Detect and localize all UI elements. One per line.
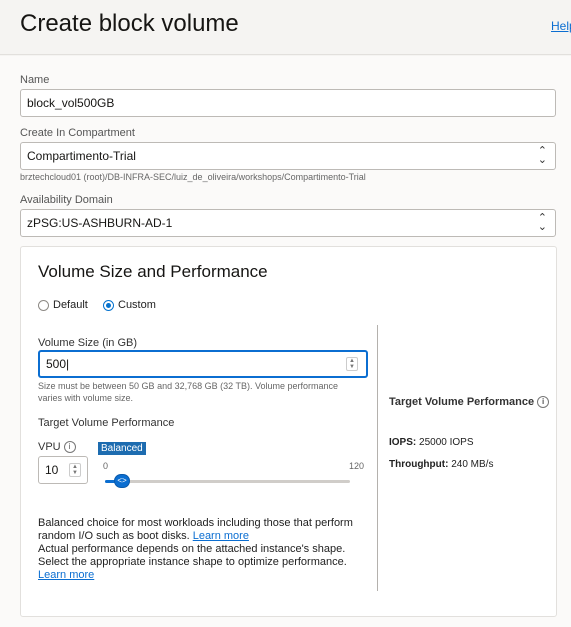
volume-size-panel: Volume Size and Performance Default Cust…: [20, 246, 557, 617]
compartment-select[interactable]: Compartimento-Trial ⌃ ⌄: [20, 142, 556, 170]
size-value: 500: [46, 357, 67, 371]
stepper-icon[interactable]: ▲ ▼: [69, 463, 81, 477]
name-label: Name: [20, 74, 50, 86]
vpu-input[interactable]: 10 ▲ ▼: [38, 456, 88, 484]
name-value: block_vol500GB: [27, 96, 115, 110]
slider-badge: Balanced: [98, 442, 146, 455]
perf-label: Target Volume Performance: [38, 417, 175, 429]
compartment-path: brztechcloud01 (root)/DB-INFRA-SEC/luiz_…: [20, 172, 366, 182]
availability-domain-value: zPSG:US-ASHBURN-AD-1: [27, 216, 173, 230]
info-icon[interactable]: i: [537, 396, 550, 409]
compartment-label: Create In Compartment: [20, 127, 135, 139]
slider-min: 0: [103, 461, 109, 471]
vpu-slider-thumb[interactable]: <>: [114, 474, 130, 488]
learn-more-link-2[interactable]: Learn more: [38, 569, 94, 581]
panel-title: Volume Size and Performance: [38, 262, 268, 281]
info-icon[interactable]: i: [63, 441, 76, 454]
availability-domain-select[interactable]: zPSG:US-ASHBURN-AD-1 ⌃ ⌄: [20, 209, 556, 237]
volume-description: Balanced choice for most workloads inclu…: [38, 517, 353, 581]
select-arrows-icon: ⌃ ⌄: [537, 145, 547, 166]
vpu-value: 10: [45, 463, 59, 477]
size-label: Volume Size (in GB): [38, 337, 138, 349]
name-input[interactable]: block_vol500GB: [20, 89, 556, 117]
vpu-slider-track[interactable]: [105, 480, 350, 483]
target-performance-title: Target Volume Performance i: [389, 395, 550, 409]
radio-custom-dot: [103, 299, 114, 311]
vpu-label: VPU i: [38, 441, 76, 454]
iops-metric: IOPS: 25000 IOPS: [389, 437, 474, 448]
divider: [377, 325, 378, 591]
availability-domain-label: Availability Domain: [20, 194, 113, 206]
size-input[interactable]: 500 | ▲ ▼: [38, 350, 368, 378]
radio-custom[interactable]: Custom: [103, 299, 156, 311]
radio-default[interactable]: Default: [38, 299, 88, 311]
stepper-icon[interactable]: ▲ ▼: [346, 357, 358, 371]
radio-default-dot: [38, 299, 49, 311]
help-link[interactable]: Help: [551, 19, 571, 33]
size-hint: Size must be between 50 GB and 32,768 GB…: [38, 381, 339, 403]
page-header: Create block volume Help: [0, 0, 571, 55]
radio-default-label: Default: [53, 299, 88, 311]
radio-custom-label: Custom: [118, 299, 156, 311]
learn-more-link[interactable]: Learn more: [193, 530, 249, 542]
throughput-metric: Throughput: 240 MB/s: [389, 459, 494, 470]
slider-max: 120: [349, 461, 365, 471]
compartment-value: Compartimento-Trial: [27, 149, 136, 163]
page-title: Create block volume: [20, 10, 239, 37]
select-arrows-icon: ⌃ ⌄: [537, 212, 547, 233]
